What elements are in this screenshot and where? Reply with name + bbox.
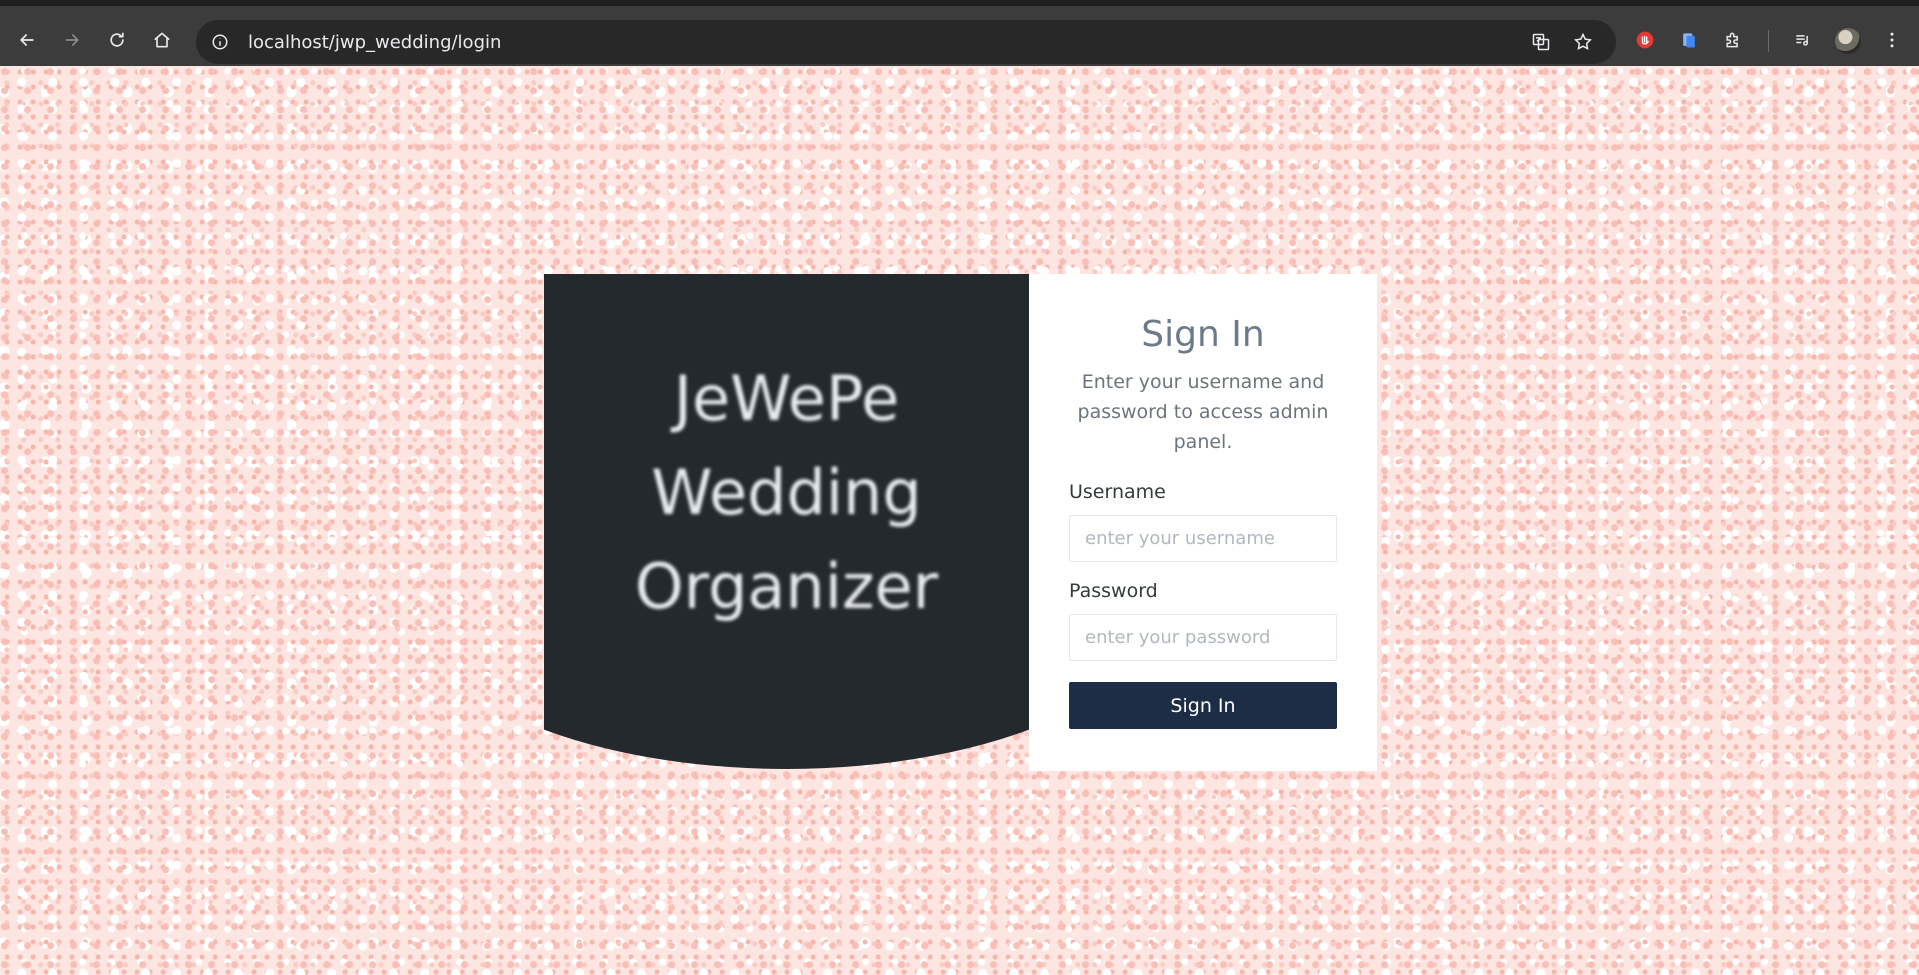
home-icon xyxy=(154,32,170,48)
username-label: Username xyxy=(1069,481,1166,503)
browser-toolbar: localhost/jwp_wedding/login xyxy=(0,0,1919,66)
extension-red-icon[interactable] xyxy=(1633,28,1657,52)
reload-icon xyxy=(110,32,124,47)
username-field[interactable] xyxy=(1069,515,1337,562)
login-card: JeWePe Wedding Organizer Sign In Enter y… xyxy=(544,274,1377,771)
translate-icon[interactable] xyxy=(1528,29,1554,55)
reload-button[interactable] xyxy=(102,25,132,55)
form-description: Enter your username and password to acce… xyxy=(1077,371,1329,453)
login-form: Sign In Enter your username and password… xyxy=(1029,274,1377,771)
address-bar[interactable]: localhost/jwp_wedding/login xyxy=(196,20,1616,64)
password-field[interactable] xyxy=(1069,614,1337,661)
url-text[interactable]: localhost/jwp_wedding/login xyxy=(248,32,501,53)
brand-line-3: Organizer xyxy=(634,550,939,623)
home-button[interactable] xyxy=(147,25,177,55)
password-label: Password xyxy=(1069,580,1158,602)
brand-panel: JeWePe Wedding Organizer xyxy=(544,274,1029,771)
form-title: Sign In xyxy=(1141,314,1265,355)
toolbar-divider xyxy=(1768,30,1769,52)
media-queue-icon[interactable] xyxy=(1791,28,1815,52)
bookmark-star-icon[interactable] xyxy=(1570,29,1596,55)
sign-in-button[interactable]: Sign In xyxy=(1069,682,1337,729)
brand-line-2: Wedding xyxy=(651,456,922,529)
extension-files-icon[interactable] xyxy=(1677,28,1701,52)
back-button[interactable] xyxy=(12,25,42,55)
extensions-puzzle-icon[interactable] xyxy=(1721,28,1745,52)
more-menu-icon[interactable] xyxy=(1880,28,1904,52)
arrow-left-icon xyxy=(20,34,34,46)
arrow-right-icon xyxy=(65,34,79,46)
brand-logo-text: JeWePe Wedding Organizer xyxy=(544,352,1029,634)
profile-avatar[interactable] xyxy=(1835,28,1861,54)
site-info-icon[interactable] xyxy=(208,30,232,54)
forward-button[interactable] xyxy=(57,25,87,55)
brand-line-1: JeWePe xyxy=(673,362,900,435)
